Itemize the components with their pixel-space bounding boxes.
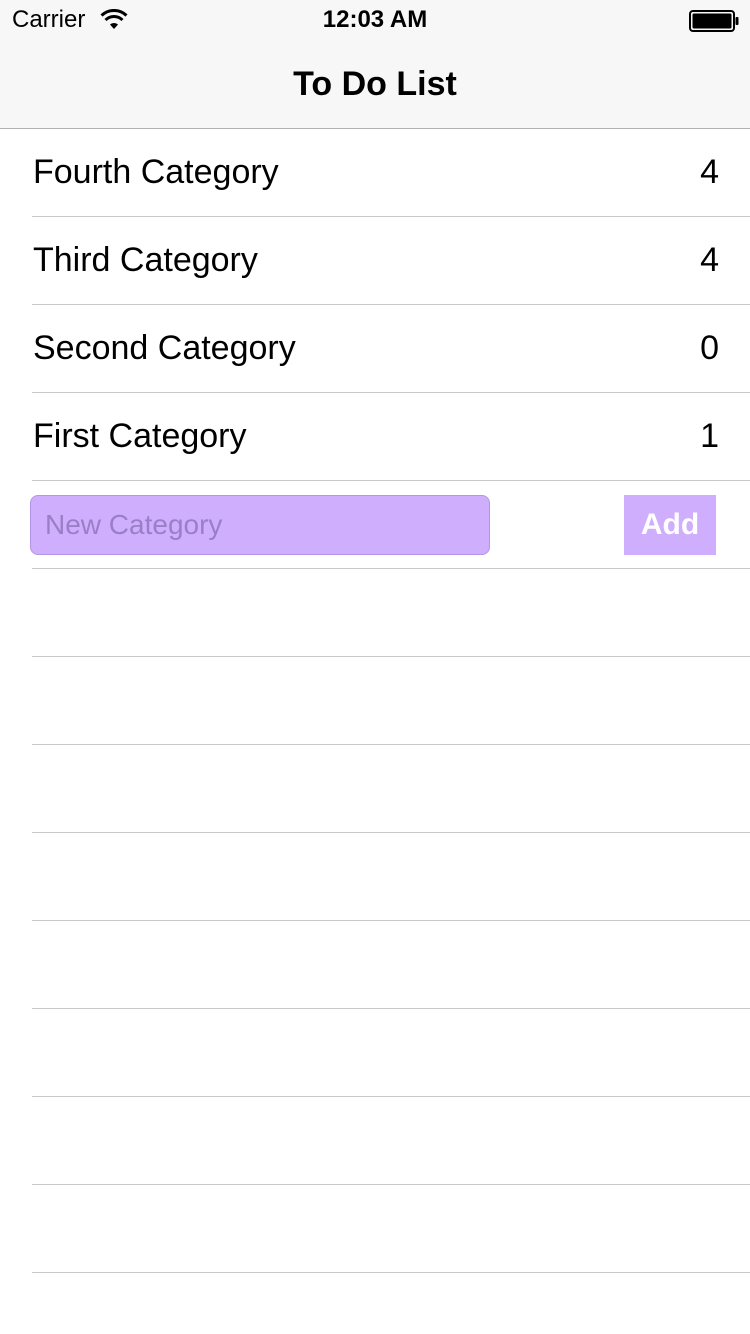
- empty-row: [32, 1097, 750, 1185]
- category-row[interactable]: Second Category 0: [32, 305, 750, 393]
- category-name: Third Category: [33, 241, 258, 279]
- empty-row: [32, 1185, 750, 1273]
- new-category-row: Add: [30, 481, 750, 569]
- category-list: Fourth Category 4 Third Category 4 Secon…: [0, 129, 750, 1273]
- page-title: To Do List: [293, 65, 457, 103]
- category-count: 1: [700, 417, 719, 455]
- category-count: 0: [700, 329, 719, 367]
- category-row[interactable]: Third Category 4: [32, 217, 750, 305]
- empty-row: [32, 921, 750, 1009]
- empty-row: [32, 657, 750, 745]
- empty-row: [32, 745, 750, 833]
- status-time: 12:03 AM: [322, 6, 428, 33]
- category-row[interactable]: First Category 1: [32, 393, 750, 481]
- battery-full-icon: [689, 10, 739, 32]
- category-row[interactable]: Fourth Category 4: [32, 129, 750, 217]
- empty-row: [32, 569, 750, 657]
- category-count: 4: [700, 241, 719, 279]
- category-name: First Category: [33, 417, 247, 455]
- category-name: Fourth Category: [33, 153, 279, 191]
- empty-row: [32, 833, 750, 921]
- new-category-input[interactable]: [30, 495, 490, 555]
- add-category-button[interactable]: Add: [624, 495, 716, 555]
- category-count: 4: [700, 153, 719, 191]
- empty-row: [32, 1009, 750, 1097]
- navigation-bar: To Do List: [0, 40, 750, 129]
- status-bar: Carrier 12:03 AM: [0, 0, 750, 40]
- category-name: Second Category: [33, 329, 296, 367]
